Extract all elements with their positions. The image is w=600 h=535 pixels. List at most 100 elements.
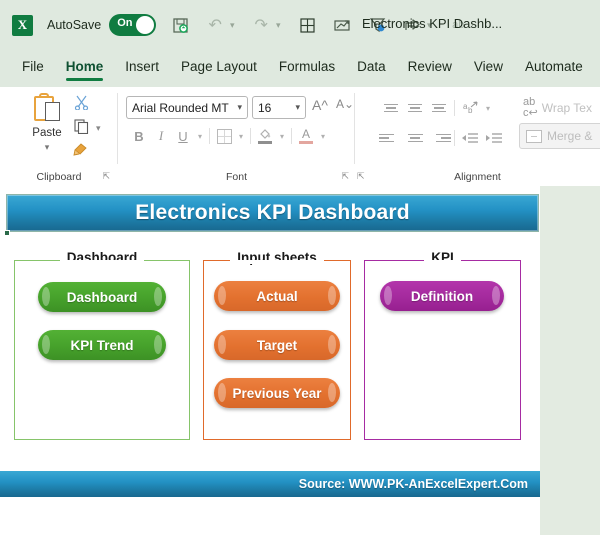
borders-dropdown-icon[interactable]: ▾: [235, 132, 247, 141]
font-color-dropdown-icon[interactable]: ▾: [317, 132, 329, 141]
align-bottom-button[interactable]: [427, 97, 451, 119]
paste-button[interactable]: Paste ▾: [18, 93, 76, 159]
clipboard-dialog-launcher[interactable]: ⇱: [102, 171, 110, 182]
redo-icon[interactable]: ↷: [250, 14, 272, 36]
undo-dropdown-icon[interactable]: ▾: [227, 20, 237, 31]
copy-dropdown-icon[interactable]: ▾: [96, 123, 101, 134]
panel-title-border-gap: [59, 260, 145, 264]
panel-kpi: KPI Definition: [364, 250, 521, 440]
cut-icon[interactable]: [74, 95, 89, 114]
italic-button[interactable]: I: [150, 125, 172, 147]
font-name-input[interactable]: Arial Rounded MT ▾: [126, 96, 248, 119]
insert-chart-icon[interactable]: [331, 14, 353, 36]
fill-color-dropdown-icon[interactable]: ▾: [276, 132, 288, 141]
alignment-dialog-launcher[interactable]: ⇱: [357, 171, 365, 182]
button-kpi-trend[interactable]: KPI Trend: [38, 330, 166, 360]
undo-icon[interactable]: ↶: [204, 14, 226, 36]
align-left-button[interactable]: [379, 127, 403, 149]
paste-icon: [32, 93, 62, 125]
tab-insert[interactable]: Insert: [125, 59, 159, 78]
source-footer-text: Source: WWW.PK-AnExcelExpert.Com: [298, 477, 528, 491]
wrap-text-button[interactable]: ab c↩ Wrap Tex: [523, 97, 592, 119]
wrap-text-label: Wrap Tex: [541, 101, 592, 115]
autosave-toggle[interactable]: On: [109, 14, 157, 36]
paste-label: Paste: [32, 127, 62, 139]
title-bar: X AutoSave On ↶ ▾ ↷ ▾ ▾ ab ⋯ Electronics…: [0, 0, 600, 50]
underline-dropdown-icon[interactable]: ▾: [194, 132, 206, 141]
merge-center-label: Merge &: [547, 129, 593, 143]
redo-dropdown-icon[interactable]: ▾: [273, 20, 283, 31]
paste-dropdown-icon[interactable]: ▾: [45, 142, 50, 153]
font-group-label: Font: [225, 171, 247, 183]
ribbon-body: Paste ▾ ▾ Clipboard ⇱ Arial Rounded MT ▾…: [0, 86, 600, 186]
panel-title-border-gap: [424, 260, 461, 264]
increase-font-size-icon[interactable]: A^: [312, 97, 328, 113]
copy-icon[interactable]: [74, 119, 89, 138]
table-icon[interactable]: [296, 14, 318, 36]
alignment-group-label: Alignment: [454, 171, 501, 183]
font-name-dropdown-icon[interactable]: ▾: [232, 102, 247, 113]
excel-logo: X: [12, 14, 33, 36]
tab-formulas[interactable]: Formulas: [279, 59, 335, 78]
svg-text:b: b: [468, 106, 473, 115]
decrease-indent-icon: [462, 133, 478, 143]
align-center-button[interactable]: [403, 127, 427, 149]
tab-data[interactable]: Data: [357, 59, 386, 78]
align-middle-button[interactable]: [403, 97, 427, 119]
font-name-value: Arial Rounded MT: [132, 100, 229, 115]
tab-file[interactable]: File: [22, 59, 44, 78]
save-icon[interactable]: [169, 14, 191, 36]
tab-home[interactable]: Home: [65, 59, 103, 81]
font-size-dropdown-icon[interactable]: ▾: [290, 102, 305, 113]
button-actual[interactable]: Actual: [214, 281, 340, 311]
tab-review[interactable]: Review: [408, 59, 452, 78]
borders-button[interactable]: [213, 125, 235, 147]
ribbon-group-alignment: a b ▾ ab c↩ Wrap Tex Merge & Alignment ⇱: [355, 87, 600, 186]
bold-button[interactable]: B: [128, 125, 150, 147]
wrap-text-icon: ab c↩: [523, 96, 538, 119]
font-size-value: 16: [258, 100, 272, 115]
font-color-icon: A: [301, 127, 310, 141]
autosave-label: AutoSave: [47, 18, 102, 32]
underline-button[interactable]: U: [172, 125, 194, 147]
panel-title-border-gap: [230, 260, 324, 264]
panel-dashboard: Dashboard Dashboard KPI Trend: [14, 250, 190, 440]
ribbon-tabs: File Home Insert Page Layout Formulas Da…: [0, 50, 600, 86]
align-right-button[interactable]: [427, 127, 451, 149]
source-footer-bar: Source: WWW.PK-AnExcelExpert.Com: [0, 471, 540, 497]
decrease-font-size-icon[interactable]: A⌄: [336, 97, 354, 111]
button-dashboard[interactable]: Dashboard: [38, 282, 166, 312]
font-color-button[interactable]: A: [295, 125, 317, 147]
fill-color-icon: [260, 129, 271, 139]
increase-indent-button[interactable]: [482, 127, 506, 149]
dashboard-title-banner[interactable]: Electronics KPI Dashboard: [6, 194, 539, 232]
ribbon-group-font: Arial Rounded MT ▾ 16 ▾ A^ A⌄ B I U ▾ ▾: [118, 87, 355, 186]
font-size-input[interactable]: 16 ▾: [252, 96, 306, 119]
document-title: Electronics KPI Dashb...: [362, 16, 503, 31]
navigation-panels: Dashboard Dashboard KPI Trend Input shee…: [0, 242, 540, 500]
clipboard-group-label: Clipboard: [36, 171, 82, 183]
merge-center-button[interactable]: Merge &: [519, 123, 600, 149]
orientation-button[interactable]: a b: [458, 97, 482, 119]
toggle-knob: [136, 16, 155, 34]
tab-automate[interactable]: Automate: [525, 59, 583, 78]
worksheet-area: Electronics KPI Dashboard Dashboard Dash…: [0, 186, 600, 535]
button-definition[interactable]: Definition: [380, 281, 504, 311]
fill-color-button[interactable]: [254, 125, 276, 147]
borders-icon: [216, 128, 232, 144]
merge-center-icon: [526, 129, 542, 143]
button-target[interactable]: Target: [214, 330, 340, 360]
button-previous-year[interactable]: Previous Year: [214, 378, 340, 408]
tab-view[interactable]: View: [474, 59, 503, 78]
decrease-indent-button[interactable]: [458, 127, 482, 149]
autosave-state-label: On: [117, 17, 133, 29]
orientation-dropdown-icon[interactable]: ▾: [482, 104, 494, 113]
align-top-button[interactable]: [379, 97, 403, 119]
increase-indent-icon: [486, 133, 502, 143]
excel-window: X AutoSave On ↶ ▾ ↷ ▾ ▾ ab ⋯ Electronics…: [0, 0, 600, 535]
panel-input-sheets: Input sheets Actual Target Previous Year: [203, 250, 351, 440]
selection-handle[interactable]: [4, 230, 10, 236]
format-painter-icon[interactable]: [73, 142, 88, 160]
tab-page-layout[interactable]: Page Layout: [181, 59, 257, 78]
font-dialog-launcher[interactable]: ⇱: [341, 171, 349, 182]
